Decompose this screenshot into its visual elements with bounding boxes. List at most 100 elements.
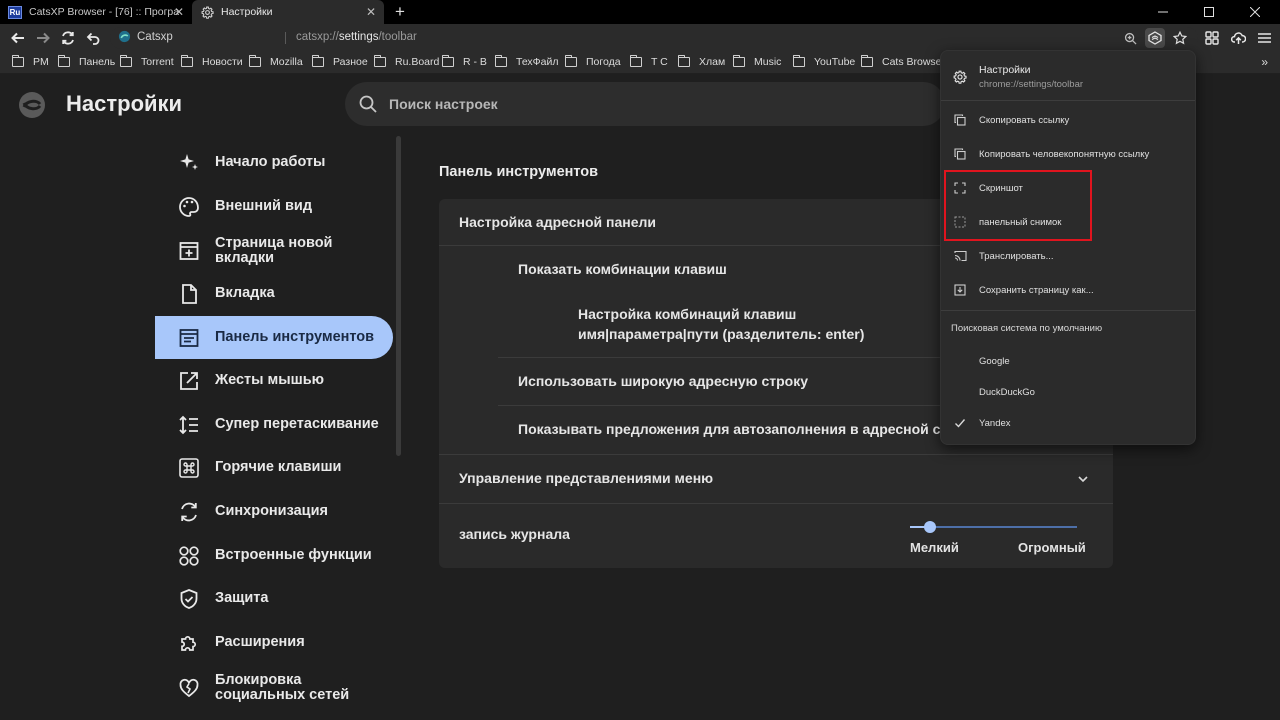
bookmark-folder[interactable]: Хлам <box>678 55 725 68</box>
wide-address-bar-setting[interactable]: Использовать широкую адресную строку <box>518 373 808 389</box>
menu-views-setting[interactable]: Управление представлениями меню <box>459 470 713 486</box>
extensions-grid-icon[interactable] <box>1202 28 1222 48</box>
drag-icon <box>177 413 201 437</box>
folder-icon <box>495 55 507 67</box>
toolbar-icon <box>177 326 201 350</box>
site-name: Catsxp <box>137 30 173 43</box>
folder-icon <box>374 55 386 67</box>
undo-icon[interactable] <box>83 28 103 48</box>
tab-title: Настройки <box>221 6 273 18</box>
shortcut-setting-label: Настройка комбинаций клавиш <box>578 306 797 322</box>
menu-divider <box>941 310 1195 311</box>
new-tab-icon <box>177 239 201 263</box>
bookmark-folder[interactable]: ТехФайл <box>495 55 559 68</box>
sidebar-item-extensions[interactable]: Расширения <box>155 621 393 664</box>
engine-duckduckgo-item[interactable]: DuckDuckGo <box>941 377 1195 407</box>
sparkle-icon <box>177 151 201 175</box>
back-arrow-icon[interactable] <box>8 28 28 48</box>
bookmark-folder[interactable]: PM <box>12 55 49 68</box>
command-key-icon <box>177 456 201 480</box>
folder-icon <box>678 55 690 67</box>
folder-icon <box>793 55 805 67</box>
folder-icon <box>249 55 261 67</box>
bookmark-folder[interactable]: Torrent <box>120 55 174 68</box>
forward-arrow-icon[interactable] <box>33 28 53 48</box>
minimize-icon[interactable] <box>1140 0 1186 24</box>
bookmark-folder[interactable]: YouTube <box>793 55 855 68</box>
folder-icon <box>312 55 324 67</box>
sidebar-item-super-drag[interactable]: Супер перетаскивание <box>155 403 393 446</box>
bookmark-folder[interactable]: R - B <box>442 55 487 68</box>
bookmarks-overflow-icon[interactable]: » <box>1261 55 1268 69</box>
tab-catsxp-forum[interactable]: Ru CatsXP Browser - [76] :: Программы ::… <box>0 0 192 24</box>
sidebar-item-builtin-features[interactable]: Встроенные функции <box>155 534 393 577</box>
tab-settings[interactable]: Настройки ✕ <box>192 0 384 24</box>
search-input[interactable] <box>389 93 889 115</box>
gear-icon <box>953 70 967 89</box>
show-shortcuts-setting[interactable]: Показать комбинации клавиш <box>518 261 727 277</box>
address-panel-heading: Настройка адресной панели <box>459 214 657 230</box>
sidebar-scrollbar[interactable] <box>396 136 401 456</box>
bookmark-folder[interactable]: Разное <box>312 55 368 68</box>
autocomplete-setting[interactable]: Показывать предложения для автозаполнени… <box>518 421 979 437</box>
menu-divider <box>941 100 1195 101</box>
bookmark-folder[interactable]: Новости <box>181 55 243 68</box>
sidebar-item-hotkeys[interactable]: Горячие клавиши <box>155 446 393 489</box>
page-actions-menu: Настройки chrome://settings/toolbar Скоп… <box>940 50 1196 445</box>
bookmark-folder[interactable]: Mozilla <box>249 55 303 68</box>
reload-icon[interactable] <box>58 28 78 48</box>
address-bar[interactable]: Catsxp catsxp://settings/toolbar <box>110 27 1198 49</box>
bookmark-folder[interactable]: Music <box>733 55 781 68</box>
bookmark-folder[interactable]: Ru.Board <box>374 55 439 68</box>
menu-icon[interactable] <box>1254 28 1274 48</box>
bookmark-folder[interactable]: Панель <box>58 55 115 68</box>
bookmark-folder[interactable]: T C <box>630 55 668 68</box>
apps-icon <box>177 544 201 568</box>
palette-icon <box>177 195 201 219</box>
url-text[interactable]: catsxp://settings/toolbar <box>296 31 417 43</box>
log-size-slider-handle[interactable] <box>924 521 937 533</box>
copy-readable-link-item[interactable]: Копировать человекопонятную ссылку <box>941 139 1195 169</box>
bookmark-folder[interactable]: Погода <box>565 55 621 68</box>
settings-logo-icon <box>18 91 46 119</box>
sidebar-item-appearance[interactable]: Внешний вид <box>155 185 393 228</box>
ru-board-favicon: Ru <box>8 5 22 19</box>
window-close-icon[interactable] <box>1232 0 1278 24</box>
menu-page-url: chrome://settings/toolbar <box>979 79 1084 90</box>
sidebar-item-tab[interactable]: Вкладка <box>155 272 393 315</box>
checkmark-icon <box>953 416 967 430</box>
bookmark-star-icon[interactable] <box>1170 28 1190 48</box>
site-badge[interactable]: Catsxp <box>118 30 173 43</box>
folder-icon <box>58 55 70 67</box>
sidebar-item-get-started[interactable]: Начало работы <box>155 141 393 184</box>
cloud-upload-icon[interactable] <box>1228 28 1248 48</box>
folder-icon <box>442 55 454 67</box>
gesture-icon <box>177 369 201 393</box>
zoom-icon[interactable] <box>1120 28 1140 48</box>
maximize-icon[interactable] <box>1186 0 1232 24</box>
page-actions-icon[interactable] <box>1145 28 1165 48</box>
close-tab-icon[interactable]: ✕ <box>172 5 186 19</box>
heart-block-icon <box>177 676 201 700</box>
engine-yandex-item[interactable]: Yandex <box>941 408 1195 438</box>
sidebar-item-protection[interactable]: Защита <box>155 577 393 620</box>
folder-icon <box>12 55 24 67</box>
catsxp-logo-icon <box>118 30 131 43</box>
divider <box>439 454 1113 455</box>
sidebar-item-social-blocking[interactable]: Блокировка социальных сетей <box>155 666 393 709</box>
sidebar-item-sync[interactable]: Синхронизация <box>155 490 393 533</box>
cast-icon <box>953 249 967 263</box>
sidebar-item-toolbar[interactable]: Панель инструментов <box>155 316 393 359</box>
chevron-down-icon[interactable] <box>1077 472 1089 490</box>
bookmark-folder[interactable]: Cats Browser <box>861 55 945 68</box>
new-tab-button[interactable]: + <box>391 3 409 21</box>
settings-search[interactable] <box>345 82 945 126</box>
save-page-item[interactable]: Сохранить страницу как... <box>941 275 1195 305</box>
copy-link-item[interactable]: Скопировать ссылку <box>941 105 1195 135</box>
close-tab-icon[interactable]: ✕ <box>364 5 378 19</box>
sidebar-item-mouse-gestures[interactable]: Жесты мышью <box>155 359 393 402</box>
puzzle-icon <box>177 631 201 655</box>
sidebar-item-new-tab-page[interactable]: Страница новой вкладки <box>155 229 393 272</box>
engine-google-item[interactable]: Google <box>941 346 1195 376</box>
cast-item[interactable]: Транслировать... <box>941 241 1195 271</box>
